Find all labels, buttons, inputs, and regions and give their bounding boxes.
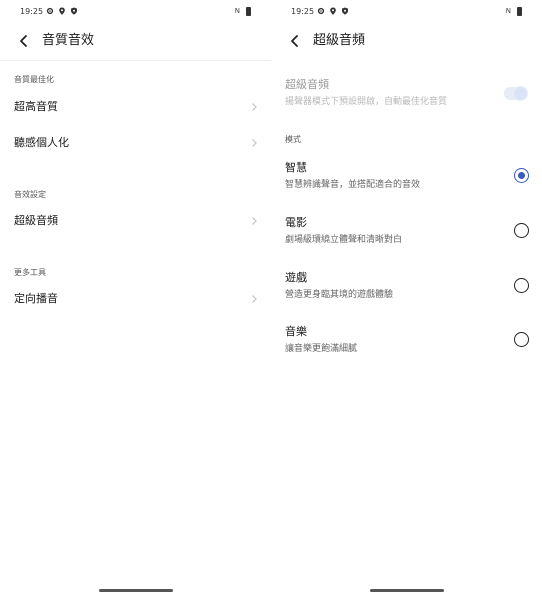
chevron-right-icon bbox=[252, 139, 257, 147]
menu-item-super-audio[interactable]: 超級音頻 bbox=[0, 206, 271, 236]
section-header-mode: 模式 bbox=[285, 135, 301, 144]
nfc-icon: N bbox=[505, 7, 511, 15]
chevron-right-icon bbox=[252, 217, 257, 225]
radio-button[interactable] bbox=[514, 223, 529, 238]
location-icon bbox=[330, 7, 336, 15]
mode-label: 電影 bbox=[285, 216, 307, 229]
menu-item-directional-playback[interactable]: 定向播音 bbox=[0, 284, 271, 314]
mode-option-movie[interactable]: 電影 劇場級環繞立體聲和清晰對白 bbox=[271, 215, 542, 255]
audio-settings-screen: 19:25 N 音質音效 音質最佳化 超高音質 聽感個人化 音效設定 超級音頻 … bbox=[0, 0, 271, 600]
page-title: 超級音頻 bbox=[313, 33, 366, 48]
home-indicator[interactable] bbox=[98, 589, 173, 592]
mode-option-game[interactable]: 遊戲 營造更身臨其境的遊戲體驗 bbox=[271, 270, 542, 310]
section-header-effects: 音效設定 bbox=[14, 190, 46, 199]
mode-label: 遊戲 bbox=[285, 271, 307, 284]
shield-icon bbox=[342, 7, 348, 15]
status-bar: 19:25 N bbox=[0, 6, 271, 18]
page-title: 音質音效 bbox=[42, 33, 95, 48]
back-arrow-icon[interactable] bbox=[16, 33, 32, 49]
status-time: 19:25 bbox=[20, 7, 44, 16]
section-header-tools: 更多工具 bbox=[14, 268, 46, 277]
top-bar: 音質音效 bbox=[0, 28, 271, 54]
battery-icon bbox=[246, 7, 251, 16]
shield-icon bbox=[71, 7, 77, 15]
mode-description: 智慧辨識聲音，並搭配適合的音效 bbox=[285, 180, 421, 190]
location-icon bbox=[59, 7, 65, 15]
section-header-quality: 音質最佳化 bbox=[14, 75, 54, 84]
super-audio-screen: 19:25 N 超級音頻 超級音頻 揚聲器模式下預設開啟，自動最佳化音質 模式 … bbox=[271, 0, 542, 600]
divider bbox=[0, 60, 271, 61]
status-bar: 19:25 N bbox=[271, 6, 542, 18]
menu-item-ultra-quality[interactable]: 超高音質 bbox=[0, 92, 271, 122]
mode-description: 讓音樂更飽滿細膩 bbox=[285, 344, 358, 354]
toggle-label: 超級音頻 bbox=[285, 78, 329, 91]
chevron-right-icon bbox=[252, 103, 257, 111]
toggle-knob bbox=[513, 86, 528, 101]
menu-item-label: 超高音質 bbox=[14, 100, 58, 113]
menu-item-label: 聽感個人化 bbox=[14, 136, 69, 149]
top-bar: 超級音頻 bbox=[271, 28, 542, 54]
back-arrow-icon[interactable] bbox=[287, 33, 303, 49]
mode-option-smart[interactable]: 智慧 智慧辨識聲音，並搭配適合的音效 bbox=[271, 160, 542, 200]
nfc-icon: N bbox=[234, 7, 240, 15]
battery-icon bbox=[517, 7, 522, 16]
mode-description: 劇場級環繞立體聲和清晰對白 bbox=[285, 235, 403, 245]
settings-icon bbox=[46, 7, 54, 15]
super-audio-toggle-row: 超級音頻 揚聲器模式下預設開啟，自動最佳化音質 bbox=[271, 77, 542, 117]
mode-label: 智慧 bbox=[285, 161, 307, 174]
radio-button-selected[interactable] bbox=[514, 168, 529, 183]
super-audio-toggle[interactable] bbox=[504, 86, 528, 101]
menu-item-hearing-personalization[interactable]: 聽感個人化 bbox=[0, 128, 271, 158]
mode-label: 音樂 bbox=[285, 325, 307, 338]
chevron-right-icon bbox=[252, 295, 257, 303]
mode-description: 營造更身臨其境的遊戲體驗 bbox=[285, 290, 394, 300]
home-indicator[interactable] bbox=[369, 589, 444, 592]
menu-item-label: 定向播音 bbox=[14, 292, 58, 305]
menu-item-label: 超級音頻 bbox=[14, 214, 58, 227]
mode-option-music[interactable]: 音樂 讓音樂更飽滿細膩 bbox=[271, 324, 542, 364]
radio-button[interactable] bbox=[514, 332, 529, 347]
settings-icon bbox=[317, 7, 325, 15]
radio-button[interactable] bbox=[514, 278, 529, 293]
toggle-description: 揚聲器模式下預設開啟，自動最佳化音質 bbox=[285, 97, 448, 107]
status-time: 19:25 bbox=[291, 7, 315, 16]
